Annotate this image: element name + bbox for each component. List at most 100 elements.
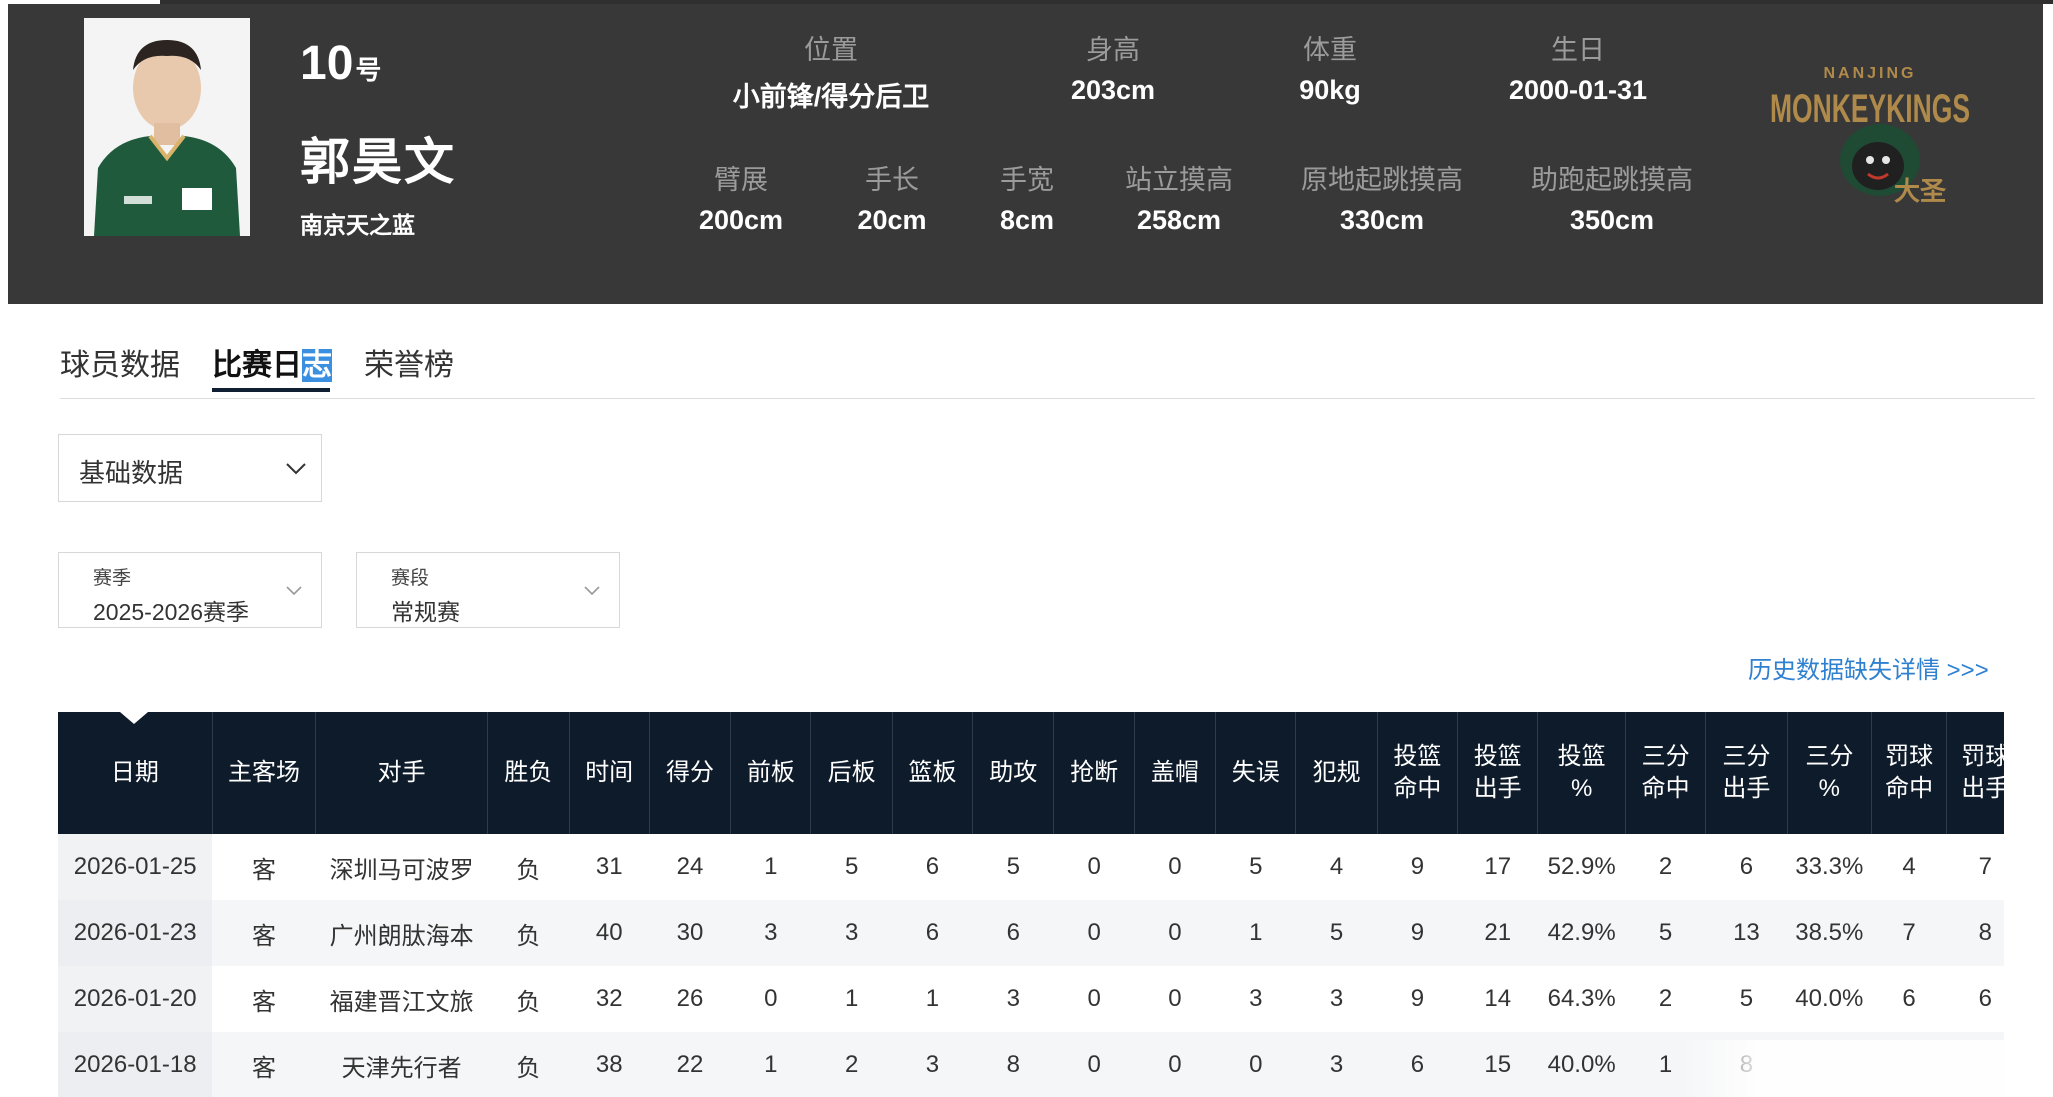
column-header[interactable]: 后板: [810, 712, 893, 834]
column-header[interactable]: 三分 出手: [1705, 712, 1788, 834]
table-cell: 0: [1134, 1032, 1216, 1097]
table-cell: 0: [764, 985, 778, 1012]
table-cell: 5: [1249, 853, 1263, 880]
cell-date: 2026-01-25: [58, 834, 213, 900]
table-cell: 24: [676, 853, 704, 880]
stat-type-value: 基础数据: [79, 458, 184, 488]
table-cell: 6: [1902, 985, 1916, 1012]
table-cell: 9: [1410, 985, 1425, 1012]
table-cell: 64.3%: [1547, 985, 1616, 1012]
tab-honors[interactable]: 荣誉榜: [364, 340, 454, 384]
table-cell: 客: [212, 1032, 316, 1097]
column-header[interactable]: 三分%: [1787, 712, 1873, 834]
svg-text:大圣: 大圣: [1894, 177, 1947, 207]
column-header-label: 前板: [746, 759, 795, 786]
table-cell: 1: [764, 853, 778, 880]
table-cell: 17: [1484, 853, 1512, 880]
table-cell: 40.0%: [1795, 985, 1864, 1012]
column-header[interactable]: 对手: [315, 712, 489, 834]
player-name: 郭昊文: [300, 134, 456, 190]
table-cell: 3: [1249, 985, 1263, 1012]
table-cell: 广州朗肽海本: [315, 900, 488, 966]
table-cell: 7: [1978, 853, 1992, 880]
season-select[interactable]: 赛季 2025-2026赛季: [58, 552, 322, 628]
table-cell: 9: [1410, 853, 1425, 880]
table-cell: 6: [925, 853, 940, 880]
table-cell: 7: [1871, 900, 1947, 966]
column-header[interactable]: 助攻: [972, 712, 1055, 834]
blur-overlay: [1680, 1040, 2010, 1097]
table-cell: 3: [892, 1032, 973, 1097]
table-cell: 0: [1053, 900, 1135, 966]
tab-game-log[interactable]: 比赛日志: [212, 340, 332, 384]
column-header[interactable]: 罚球 命中: [1871, 712, 1948, 834]
column-header[interactable]: 三分 命中: [1625, 712, 1707, 834]
attr-standing-vertical-reach: 原地起跳摸高 330cm: [1301, 165, 1463, 235]
column-header[interactable]: 罚球 出手: [1946, 712, 2004, 834]
table-cell: 38.5%: [1787, 900, 1872, 966]
column-header[interactable]: 日期: [58, 712, 213, 834]
chevron-down-icon: [286, 586, 302, 596]
column-header-label: 投篮: [1557, 743, 1606, 770]
table-cell: 5: [1739, 985, 1754, 1012]
column-header[interactable]: 犯规: [1295, 712, 1378, 834]
stat-type-select[interactable]: 基础数据: [58, 434, 322, 502]
table-cell: 5: [844, 853, 859, 880]
table-cell: 客: [212, 900, 316, 966]
svg-text:NANJING: NANJING: [1823, 65, 1916, 82]
column-header[interactable]: 胜负: [487, 712, 570, 834]
tab-player-stats[interactable]: 球员数据: [60, 340, 180, 384]
table-cell: 40.0%: [1537, 1032, 1626, 1097]
column-header-label: 日期: [110, 759, 159, 786]
table-row[interactable]: 2026-01-25 客深圳马可波罗负 31 24 1 5 6 5 0 0 5 4 9 17 52.9% 2 6…: [58, 834, 2004, 900]
table-cell: 0: [1053, 1032, 1135, 1097]
table-cell: 3: [1006, 985, 1020, 1012]
table-cell: 32: [595, 985, 623, 1012]
player-photo-image: [84, 18, 250, 236]
attr-birthday: 生日 2000-01-31: [1508, 35, 1648, 105]
cell-date: 2026-01-18: [58, 1032, 213, 1097]
column-header[interactable]: 失误: [1215, 712, 1297, 834]
table-cell: 8: [1946, 900, 2004, 966]
column-header[interactable]: 时间: [569, 712, 650, 834]
column-header[interactable]: 投篮%: [1537, 712, 1626, 834]
column-header[interactable]: 篮板: [892, 712, 974, 834]
tab-divider: [60, 398, 2035, 399]
table-cell: 负: [487, 1032, 570, 1097]
table-cell: 0: [1134, 900, 1216, 966]
table-cell: 6: [1739, 853, 1754, 880]
table-cell: 负: [487, 900, 570, 966]
column-header[interactable]: 主客场: [212, 712, 317, 834]
table-row[interactable]: 2026-01-23 客广州朗肽海本负 40 30 3 3 6 6 0 0 1 5 9 21 42.9% 5 1…: [58, 900, 2004, 966]
column-header-label: 命中: [1885, 775, 1934, 802]
table-cell: 负: [516, 856, 541, 884]
table-cell: 42.9%: [1537, 900, 1626, 966]
chevron-down-icon: [584, 586, 600, 596]
table-cell: 38: [569, 1032, 650, 1097]
history-data-missing-link[interactable]: 历史数据缺失详情 >>>: [1748, 650, 1989, 685]
table-cell: 0: [1087, 853, 1101, 880]
column-header-label: 出手: [1722, 775, 1771, 802]
sort-caret-icon: [120, 712, 148, 724]
column-header[interactable]: 盖帽: [1134, 712, 1217, 834]
stage-value: 常规赛: [391, 599, 460, 625]
column-header-label: 盖帽: [1150, 759, 1199, 786]
table-cell: 22: [649, 1032, 731, 1097]
table-cell: 3: [1329, 985, 1344, 1012]
column-header-label: 出手: [1961, 775, 2004, 802]
column-header[interactable]: 投篮 命中: [1377, 712, 1459, 834]
column-header[interactable]: 抢断: [1053, 712, 1135, 834]
column-header[interactable]: 得分: [649, 712, 732, 834]
table-row[interactable]: 2026-01-20 客 福建晋江文旅 负 32 26 0 1 1 3 0 0 3 3 9 14 64.3% 2 5…: [58, 966, 2004, 1032]
table-cell: 1: [1215, 900, 1296, 966]
stage-select[interactable]: 赛段 常规赛: [356, 552, 620, 628]
column-header-label: %: [1570, 775, 1593, 802]
player-team: 南京天之蓝: [300, 212, 415, 238]
column-header-label: 罚球: [1885, 743, 1934, 770]
table-cell: 0: [1168, 985, 1182, 1012]
column-header[interactable]: 投篮 出手: [1457, 712, 1539, 834]
column-header-label: 三分: [1722, 743, 1771, 770]
column-header[interactable]: 前板: [730, 712, 812, 834]
table-cell: 6: [892, 900, 973, 966]
column-header-label: 投篮: [1393, 743, 1442, 770]
